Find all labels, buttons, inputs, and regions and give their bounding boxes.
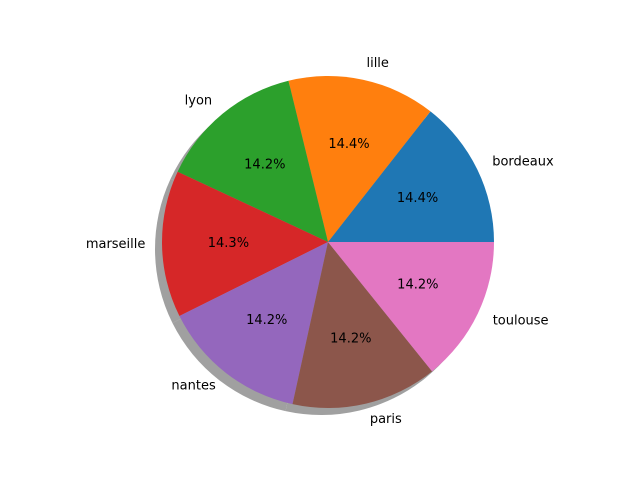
pie-percent-marseille: 14.3% — [208, 236, 249, 251]
pie-label-marseille: marseille — [86, 237, 146, 252]
pie-percent-toulouse: 14.2% — [397, 278, 438, 293]
pie-label-bordeaux: bordeaux — [492, 155, 554, 170]
pie-label-paris: paris — [370, 412, 402, 427]
pie-percent-lille: 14.4% — [328, 137, 369, 152]
pie-label-lyon: lyon — [185, 93, 213, 108]
pie-percent-paris: 14.2% — [330, 331, 371, 346]
pie-label-lille: lille — [366, 56, 388, 71]
pie-label-toulouse: toulouse — [493, 313, 549, 328]
pie-percent-nantes: 14.2% — [246, 313, 287, 328]
pie-label-nantes: nantes — [171, 379, 216, 394]
pie-percent-bordeaux: 14.4% — [397, 191, 438, 206]
pie-percent-lyon: 14.2% — [244, 158, 285, 173]
pie-chart: bordeaux 14.4% lille 14.4% lyon 14.2% marseill… — [86, 56, 554, 427]
